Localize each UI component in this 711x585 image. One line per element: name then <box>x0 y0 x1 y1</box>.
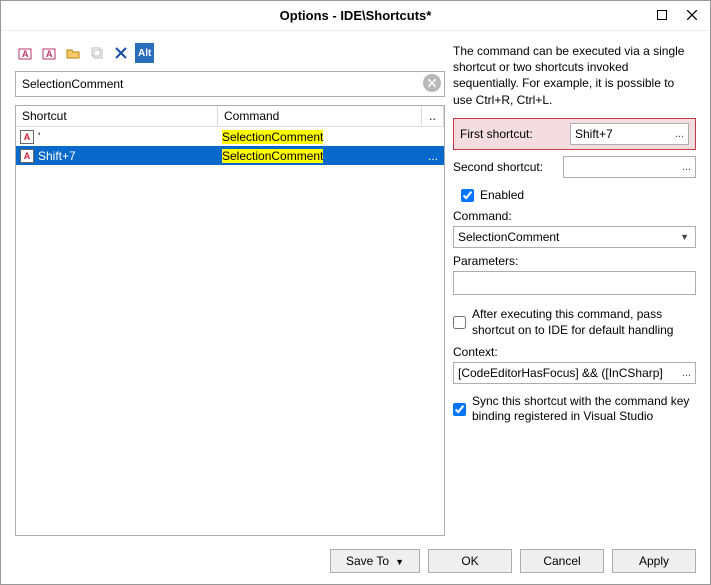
pass-to-ide-label: After executing this command, pass short… <box>472 307 696 338</box>
maximize-button[interactable] <box>652 5 672 25</box>
command-text: SelectionComment <box>222 149 323 163</box>
parameters-input[interactable] <box>453 271 696 295</box>
parameters-block: Parameters: <box>453 254 696 295</box>
table-row[interactable]: A Shift+7 SelectionComment ... <box>16 146 444 165</box>
search-wrapper <box>15 71 445 97</box>
cell-shortcut: A ' <box>16 130 218 144</box>
ellipsis-icon[interactable]: ... <box>675 128 684 140</box>
parameters-label: Parameters: <box>453 254 696 268</box>
sync-checkbox[interactable] <box>453 403 466 416</box>
table-header: Shortcut Command .. <box>16 106 444 127</box>
first-shortcut-value: Shift+7 <box>575 127 613 141</box>
left-panel: A A Alt <box>15 43 445 536</box>
second-shortcut-row: Second shortcut: ... <box>453 156 696 178</box>
command-value: SelectionComment <box>458 230 559 244</box>
context-block: Context: [CodeEditorHasFocus] && ([InCSh… <box>453 345 696 384</box>
pass-to-ide-checkbox[interactable] <box>453 316 466 329</box>
command-label: Command: <box>453 209 696 223</box>
shortcut-row-icon: A <box>20 149 34 163</box>
second-shortcut-input[interactable]: ... <box>563 156 696 178</box>
folder-open-icon[interactable] <box>63 43 83 63</box>
close-button[interactable] <box>682 5 702 25</box>
shortcut-toolbar: A A Alt <box>15 43 445 63</box>
command-block: Command: SelectionComment ▼ <box>453 209 696 248</box>
clear-search-button[interactable] <box>423 74 441 92</box>
ok-button[interactable]: OK <box>428 549 512 573</box>
shortcut-text: Shift+7 <box>38 149 76 163</box>
description-text: The command can be executed via a single… <box>453 43 696 108</box>
context-value: [CodeEditorHasFocus] && ([InCSharp] <box>458 366 663 380</box>
enabled-checkbox[interactable] <box>461 189 474 202</box>
new-folder-icon[interactable]: A <box>15 43 35 63</box>
shortcut-text: ' <box>38 130 40 144</box>
cell-command: SelectionComment <box>218 149 422 163</box>
command-select[interactable]: SelectionComment ▼ <box>453 226 696 248</box>
shortcut-row-icon: A <box>20 130 34 144</box>
options-dialog: Options - IDE\Shortcuts* A A <box>0 0 711 585</box>
window-title: Options - IDE\Shortcuts* <box>280 8 432 23</box>
cell-shortcut: A Shift+7 <box>16 149 218 163</box>
save-to-label: Save To <box>346 554 389 568</box>
cell-command: SelectionComment <box>218 130 422 144</box>
right-panel: The command can be executed via a single… <box>453 43 696 536</box>
command-text: SelectionComment <box>222 130 323 144</box>
table-row[interactable]: A ' SelectionComment <box>16 127 444 146</box>
ellipsis-icon[interactable]: ... <box>682 161 691 173</box>
chevron-down-icon: ▼ <box>395 557 404 567</box>
header-extra[interactable]: .. <box>422 106 444 126</box>
save-to-button[interactable]: Save To ▼ <box>330 549 420 573</box>
copy-icon[interactable] <box>87 43 107 63</box>
search-input[interactable] <box>15 71 445 97</box>
window-buttons <box>652 5 702 25</box>
content-area: A A Alt <box>1 31 710 536</box>
first-shortcut-input[interactable]: Shift+7 ... <box>570 123 689 145</box>
pass-to-ide-row: After executing this command, pass short… <box>453 307 696 338</box>
new-shortcut-icon[interactable]: A <box>39 43 59 63</box>
second-shortcut-label: Second shortcut: <box>453 160 557 174</box>
titlebar: Options - IDE\Shortcuts* <box>1 1 710 31</box>
alt-toggle[interactable]: Alt <box>135 43 154 63</box>
cancel-button[interactable]: Cancel <box>520 549 604 573</box>
table-body: A ' SelectionComment A Shift+7 <box>16 127 444 165</box>
first-shortcut-row: First shortcut: Shift+7 ... <box>453 118 696 150</box>
dialog-footer: Save To ▼ OK Cancel Apply <box>1 536 710 584</box>
chevron-down-icon: ▼ <box>680 232 689 242</box>
svg-text:A: A <box>22 49 29 59</box>
header-command[interactable]: Command <box>218 106 422 126</box>
header-shortcut[interactable]: Shortcut <box>16 106 218 126</box>
enabled-checkbox-row: Enabled <box>461 188 696 204</box>
apply-button[interactable]: Apply <box>612 549 696 573</box>
sync-row: Sync this shortcut with the command key … <box>453 394 696 425</box>
ellipsis-icon[interactable]: ... <box>682 367 691 379</box>
context-input[interactable]: [CodeEditorHasFocus] && ([InCSharp] ... <box>453 362 696 384</box>
first-shortcut-label: First shortcut: <box>460 127 564 141</box>
sync-label: Sync this shortcut with the command key … <box>472 394 696 425</box>
shortcut-table[interactable]: Shortcut Command .. A ' SelectionComment <box>15 105 445 536</box>
svg-text:A: A <box>46 49 53 59</box>
cell-extra: ... <box>422 149 444 163</box>
context-label: Context: <box>453 345 696 359</box>
enabled-label: Enabled <box>480 188 696 204</box>
delete-icon[interactable] <box>111 43 131 63</box>
